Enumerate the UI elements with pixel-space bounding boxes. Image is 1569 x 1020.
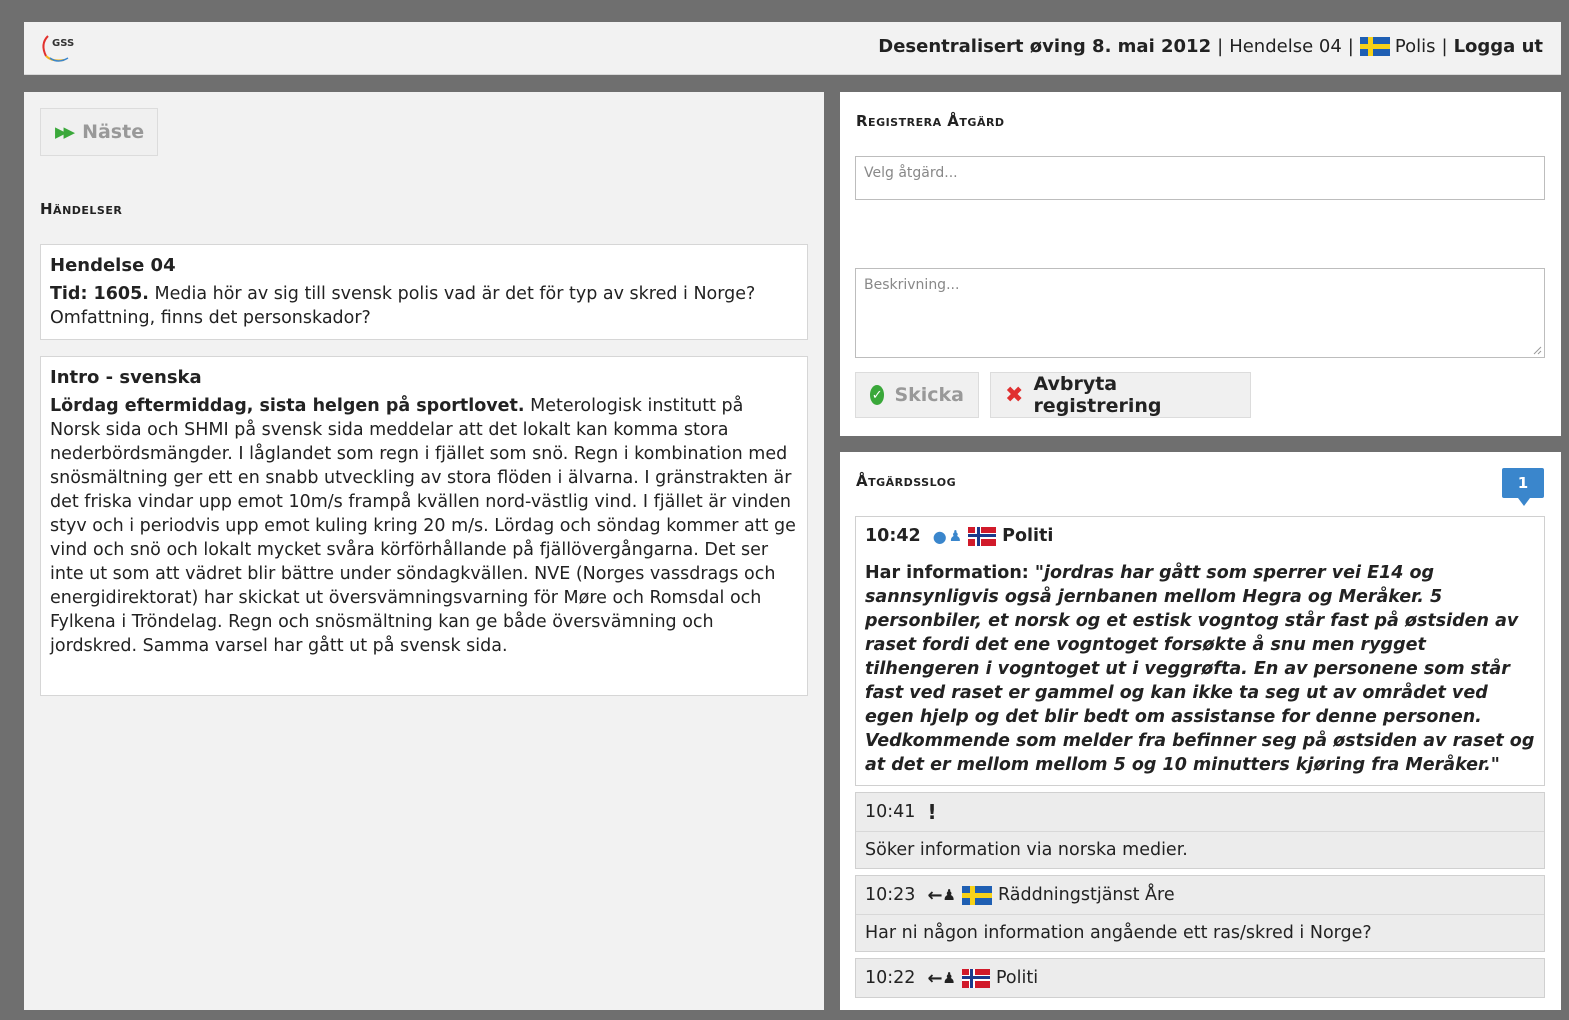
intro-lead: Lördag eftermiddag, sista helgen på spor… xyxy=(50,396,525,416)
log-entry[interactable]: 10:42 ● ♟ Politi Har information: "jordr… xyxy=(855,516,1545,786)
separator: | xyxy=(1347,36,1354,57)
intro-card-title: Intro - svenska xyxy=(50,367,202,388)
events-title: Händelser xyxy=(40,200,123,218)
intro-card: Intro - svenska Lördag eftermiddag, sist… xyxy=(40,356,808,696)
log-entry-body: Har ni någon information angående ett ra… xyxy=(856,914,1544,951)
log-entry-header: 10:41 ! xyxy=(856,793,1544,831)
event-card: Hendelse 04 Tid: 1605. Media hör av sig … xyxy=(40,244,808,340)
separator: | xyxy=(1441,36,1448,57)
log-label: Har information: xyxy=(865,563,1029,583)
send-button-label: Skicka xyxy=(894,384,964,406)
register-title: Registrera Åtgärd xyxy=(856,112,1005,130)
sweden-flag-icon xyxy=(961,885,992,905)
close-icon: ✖ xyxy=(1005,382,1024,408)
intro-card-text: Lördag eftermiddag, sista helgen på spor… xyxy=(50,394,798,658)
log-org: Politi xyxy=(995,968,1039,988)
log-org: Politi xyxy=(1002,526,1054,546)
action-select-input[interactable]: Velg åtgärd... xyxy=(855,156,1545,200)
log-time: 10:41 xyxy=(865,802,916,822)
separator: | xyxy=(1217,36,1224,57)
log-entry-header: 10:23 ← ♟ Räddningstjänst Åre xyxy=(856,876,1544,914)
log-entry[interactable]: 10:41 ! Söker information via norska med… xyxy=(855,792,1545,869)
person-icon: ♟ xyxy=(948,527,963,545)
action-log-panel: Åtgärdsslog 1 10:42 ● ♟ Politi Har infor… xyxy=(840,452,1561,1010)
log-time: 10:23 xyxy=(865,885,916,905)
event-card-title: Hendelse 04 xyxy=(50,255,176,276)
arrow-left-icon: ← xyxy=(927,967,943,989)
arrow-left-icon: ← xyxy=(927,884,943,906)
description-placeholder: Beskrivning... xyxy=(864,277,960,293)
log-org: Räddningstjänst Åre xyxy=(997,885,1175,905)
log-entry-body: Söker information via norska medier. xyxy=(856,831,1544,868)
log-time: 10:42 xyxy=(865,526,921,546)
log-entry-body: Har information: "jordras har gått som s… xyxy=(856,555,1544,785)
action-placeholder: Velg åtgärd... xyxy=(864,165,958,181)
log-quote: "jordras har gått som sperrer vei E14 og… xyxy=(865,563,1535,775)
top-bar: GSS Desentralisert øving 8. mai 2012 | H… xyxy=(24,22,1561,75)
log-time: 10:22 xyxy=(865,968,916,988)
events-panel: ▶▶ Näste Händelser Hendelse 04 Tid: 1605… xyxy=(24,92,824,1010)
norway-flag-icon xyxy=(961,968,990,988)
user-role: Polis xyxy=(1394,36,1436,57)
cancel-registration-button[interactable]: ✖ Avbryta registrering xyxy=(990,372,1251,418)
check-icon: ✓ xyxy=(870,385,885,405)
register-action-panel: Registrera Åtgärd Velg åtgärd... Beskriv… xyxy=(840,92,1561,436)
log-entry[interactable]: 10:23 ← ♟ Räddningstjänst Åre Har ni någ… xyxy=(855,875,1545,952)
description-textarea[interactable]: Beskrivning... xyxy=(855,268,1545,358)
fast-forward-icon: ▶▶ xyxy=(55,123,75,141)
next-button[interactable]: ▶▶ Näste xyxy=(40,108,158,156)
log-title: Åtgärdsslog xyxy=(856,472,957,490)
log-entry[interactable]: 10:22 ← ♟ Politi xyxy=(855,958,1545,998)
header-info: Desentralisert øving 8. mai 2012 | Hende… xyxy=(878,36,1543,57)
sweden-flag-icon xyxy=(1359,37,1390,56)
norway-flag-icon xyxy=(968,526,997,546)
log-entry-header: 10:42 ● ♟ Politi xyxy=(856,517,1544,555)
log-entry-header: 10:22 ← ♟ Politi xyxy=(856,959,1544,997)
event-description: Media hör av sig till svensk polis vad ä… xyxy=(50,284,756,328)
intro-description: Meterologisk institutt på Norsk sida och… xyxy=(50,396,796,656)
person-icon: ♟ xyxy=(942,886,956,904)
badge-count: 1 xyxy=(1517,474,1529,492)
logout-link[interactable]: Logga ut xyxy=(1454,36,1543,57)
event-card-text: Tid: 1605. Media hör av sig till svensk … xyxy=(50,282,798,330)
resize-handle-icon[interactable] xyxy=(1532,345,1542,355)
send-button[interactable]: ✓ Skicka xyxy=(855,372,979,418)
notification-badge[interactable]: 1 xyxy=(1502,468,1544,506)
current-event: Hendelse 04 xyxy=(1229,36,1342,57)
chat-icon: ● xyxy=(932,526,947,546)
cancel-button-label: Avbryta registrering xyxy=(1033,373,1162,417)
next-button-label: Näste xyxy=(82,121,145,143)
log-list: 10:42 ● ♟ Politi Har information: "jordr… xyxy=(855,516,1545,1004)
logo-text: GSS xyxy=(52,38,75,49)
exercise-title: Desentralisert øving 8. mai 2012 xyxy=(878,36,1212,57)
event-time-label: Tid: 1605. xyxy=(50,284,149,304)
exclamation-icon: ! xyxy=(927,800,937,824)
person-icon: ♟ xyxy=(942,969,956,987)
